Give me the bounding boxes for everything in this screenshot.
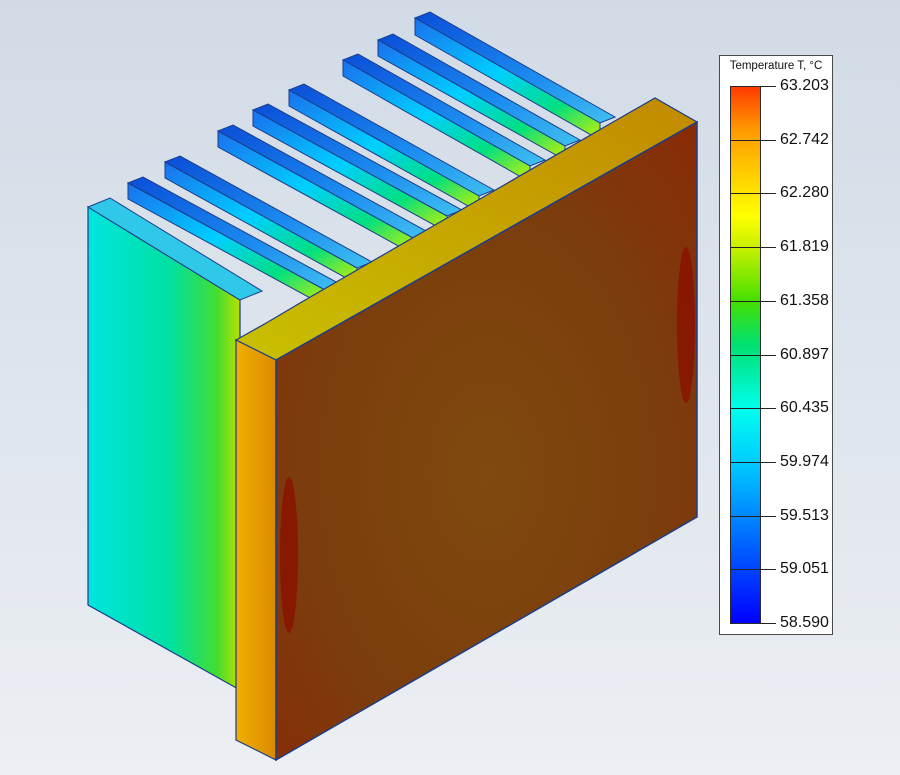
legend-tick-mark bbox=[730, 461, 776, 463]
legend-tick-label: 62.280 bbox=[780, 184, 829, 202]
legend-tick-label: 60.897 bbox=[780, 345, 829, 363]
temperature-legend: Temperature T, °C 63.203 62.742 62.280 61.8… bbox=[719, 55, 833, 635]
legend-tick-label: 59.513 bbox=[780, 506, 829, 524]
legend-tick-label: 62.742 bbox=[780, 130, 829, 148]
legend-tick-mark bbox=[761, 623, 776, 624]
heat-source-spot bbox=[677, 247, 695, 403]
legend-tick-mark bbox=[761, 86, 776, 87]
legend-tick-mark bbox=[730, 139, 776, 141]
legend-tick-mark bbox=[730, 408, 776, 410]
legend-tick-label: 60.435 bbox=[780, 399, 829, 417]
legend-tick-mark bbox=[730, 247, 776, 249]
legend-tick-mark bbox=[730, 569, 776, 571]
legend-tick-mark bbox=[730, 515, 776, 517]
legend-tick-label: 61.819 bbox=[780, 238, 829, 256]
base-plate-side-face bbox=[235, 339, 277, 761]
legend-tick-label: 59.051 bbox=[780, 560, 829, 578]
legend-tick-label: 61.358 bbox=[780, 291, 829, 309]
legend-tick-mark bbox=[730, 354, 776, 356]
heat-source-spot bbox=[280, 477, 298, 633]
legend-tick-label: 63.203 bbox=[780, 77, 829, 94]
legend-tick-label: 58.590 bbox=[780, 614, 829, 631]
legend-tick-mark bbox=[730, 193, 776, 195]
legend-tick-mark bbox=[730, 300, 776, 302]
legend-title: Temperature T, °C bbox=[729, 60, 823, 72]
legend-tick-label: 59.974 bbox=[780, 452, 829, 470]
